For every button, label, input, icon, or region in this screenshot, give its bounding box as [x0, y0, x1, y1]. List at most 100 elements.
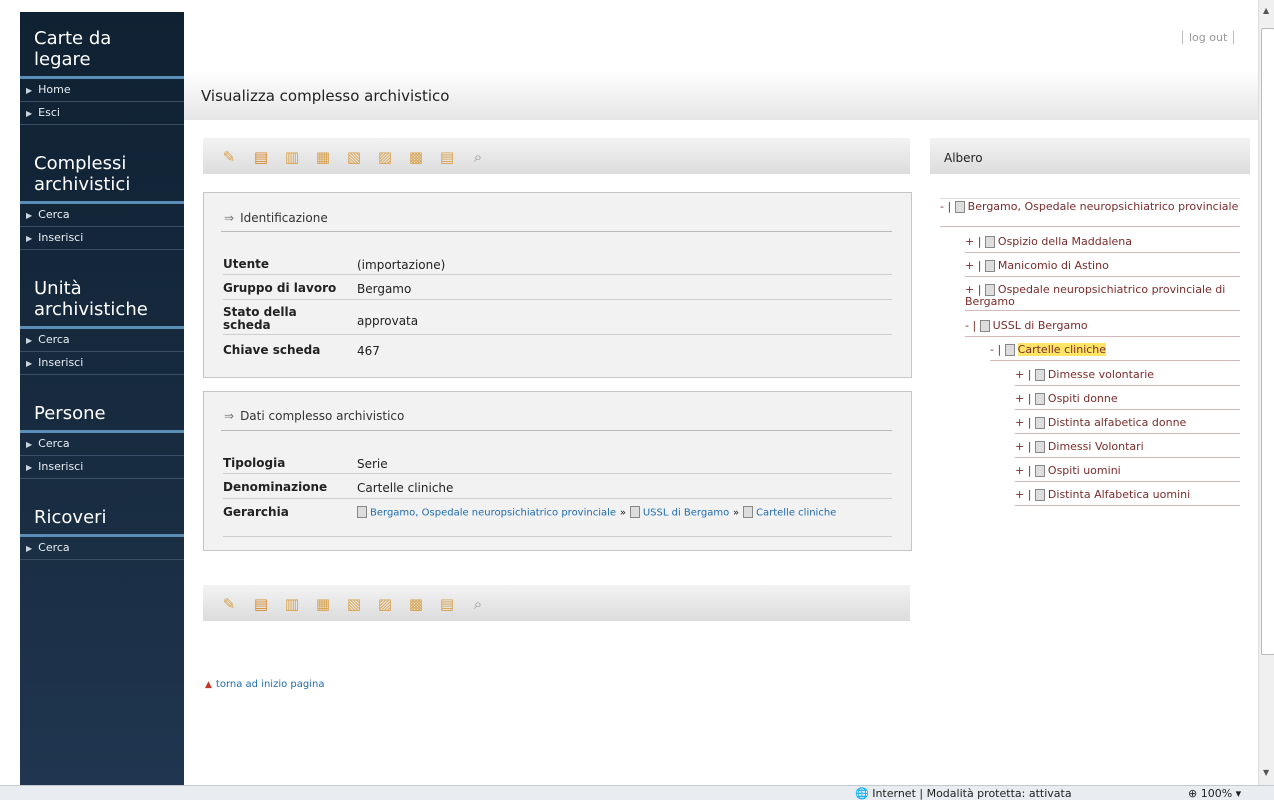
- back-to-top-label: torna ad inizio pagina: [215, 679, 325, 690]
- tree-node[interactable]: + | Distinta alfabetica donne: [1015, 417, 1240, 434]
- tree-toggle[interactable]: + |: [1015, 488, 1031, 501]
- hierarchy-link[interactable]: Bergamo, Ospedale neuropsichiatrico prov…: [370, 508, 616, 519]
- tree-node-label[interactable]: Ospiti uomini: [1048, 464, 1121, 477]
- preview-icon[interactable]: ⌕: [470, 595, 486, 613]
- chevron-down-icon[interactable]: ▾: [1236, 787, 1242, 800]
- tree-node-label[interactable]: Bergamo, Ospedale neuropsichiatrico prov…: [968, 200, 1239, 213]
- tree-header: Albero: [930, 138, 1250, 174]
- zoom-control[interactable]: ⊕ 100% ▾: [1188, 787, 1241, 800]
- tree-node[interactable]: + | Distinta Alfabetica uomini: [1015, 489, 1240, 506]
- document-icon: [954, 201, 965, 213]
- scroll-down-icon[interactable]: ▼: [1263, 768, 1269, 777]
- browser-statusbar: 🌐 Internet | Modalità protetta: attivata…: [0, 785, 1274, 800]
- tree-node-label[interactable]: Ospiti donne: [1048, 392, 1118, 405]
- sidebar-item-complessi-inserisci[interactable]: ▶ Inserisci: [20, 227, 184, 250]
- document-icon: [1034, 441, 1045, 453]
- tree-node[interactable]: + | Dimesse volontarie: [1015, 369, 1240, 386]
- section-title-persone: Persone: [20, 383, 184, 433]
- document-icon: [742, 506, 753, 518]
- tree-node[interactable]: + | Ospiti donne: [1015, 393, 1240, 410]
- tree-node[interactable]: + | Manicomio di Astino: [965, 260, 1240, 277]
- sidebar-item-ricoveri-cerca[interactable]: ▶ Cerca: [20, 537, 184, 560]
- scroll-up-icon[interactable]: ▲: [1263, 6, 1269, 15]
- globe-icon: 🌐: [855, 787, 869, 800]
- tree-toggle[interactable]: + |: [1015, 368, 1031, 381]
- add-child-icon[interactable]: ▧: [346, 148, 362, 166]
- document-icon: [1034, 417, 1045, 429]
- field-value: Cartelle cliniche: [357, 481, 454, 495]
- panel-title: ⇒ Identificazione: [224, 211, 328, 225]
- tree-toggle[interactable]: - |: [940, 200, 951, 213]
- tree-node[interactable]: - | USSL di Bergamo: [965, 320, 1240, 337]
- sidebar-item-esci[interactable]: ▶ Esci: [20, 102, 184, 125]
- tree-node-label[interactable]: Distinta alfabetica donne: [1048, 416, 1186, 429]
- add-sibling-icon[interactable]: ▨: [377, 595, 393, 613]
- panel-title-text: Identificazione: [240, 211, 328, 225]
- tree-node-label[interactable]: Dimesse volontarie: [1048, 368, 1154, 381]
- document-icon: [1034, 489, 1045, 501]
- tree-toggle[interactable]: - |: [965, 319, 976, 332]
- tree-toggle[interactable]: + |: [1015, 392, 1031, 405]
- document-icon: [1034, 393, 1045, 405]
- tree-toggle[interactable]: + |: [1015, 440, 1031, 453]
- sidebar-item-complessi-cerca[interactable]: ▶ Cerca: [20, 204, 184, 227]
- sidebar-item-label: Cerca: [38, 541, 70, 554]
- hierarchy-link[interactable]: Cartelle cliniche: [756, 508, 836, 519]
- add-child-icon[interactable]: ▧: [346, 595, 362, 613]
- back-to-top-link[interactable]: ▲ torna ad inizio pagina: [205, 679, 324, 690]
- delete-icon[interactable]: ▤: [253, 595, 269, 613]
- field-label: Utente: [223, 257, 270, 271]
- tree-node[interactable]: + | Ospiti uomini: [1015, 465, 1240, 482]
- hierarchy-link[interactable]: USSL di Bergamo: [643, 508, 729, 519]
- tree-node-label[interactable]: Distinta Alfabetica uomini: [1048, 488, 1190, 501]
- tree-icon[interactable]: ▤: [439, 595, 455, 613]
- add-group-icon[interactable]: ▩: [408, 595, 424, 613]
- tree-node[interactable]: + | Ospizio della Maddalena: [965, 236, 1240, 253]
- tree-node[interactable]: + | Ospedale neuropsichiatrico provincia…: [965, 284, 1240, 311]
- tree-toggle[interactable]: + |: [965, 259, 981, 272]
- document-icon: [979, 320, 990, 332]
- table-row: Denominazione Cartelle cliniche: [223, 481, 892, 499]
- tree-node-label[interactable]: Dimessi Volontari: [1048, 440, 1144, 453]
- sidebar-item-unita-cerca[interactable]: ▶ Cerca: [20, 329, 184, 352]
- tree-toggle[interactable]: + |: [965, 235, 981, 248]
- field-value: Serie: [357, 457, 388, 471]
- triangle-right-icon: ▶: [26, 86, 33, 95]
- list-icon[interactable]: ▥: [284, 595, 300, 613]
- arrow-right-icon: ⇒: [224, 211, 235, 225]
- status-text: 🌐 Internet | Modalità protetta: attivata: [855, 787, 1072, 800]
- tree-node-label[interactable]: Ospizio della Maddalena: [998, 235, 1132, 248]
- vertical-scrollbar[interactable]: ▲ ▼: [1258, 0, 1274, 785]
- document-icon: [629, 506, 640, 518]
- tree-node-label[interactable]: Cartelle cliniche: [1017, 343, 1107, 356]
- list-icon[interactable]: ▥: [284, 148, 300, 166]
- page-title: Visualizza complesso archivistico: [201, 87, 450, 105]
- add-sibling-icon[interactable]: ▨: [377, 148, 393, 166]
- tree-node-label[interactable]: USSL di Bergamo: [993, 319, 1088, 332]
- move-icon[interactable]: ▦: [315, 148, 331, 166]
- sidebar-item-unita-inserisci[interactable]: ▶ Inserisci: [20, 352, 184, 375]
- hierarchy-breadcrumb: Bergamo, Ospedale neuropsichiatrico prov…: [357, 506, 877, 519]
- logout-link[interactable]: log out: [1182, 31, 1235, 44]
- tree-node-label[interactable]: Manicomio di Astino: [998, 259, 1109, 272]
- add-group-icon[interactable]: ▩: [408, 148, 424, 166]
- tree-toggle[interactable]: + |: [1015, 416, 1031, 429]
- tree-node[interactable]: - | Bergamo, Ospedale neuropsichiatrico …: [940, 198, 1240, 227]
- tree-toggle[interactable]: + |: [1015, 464, 1031, 477]
- edit-icon[interactable]: ✎: [221, 595, 237, 613]
- tree-toggle[interactable]: - |: [990, 343, 1001, 356]
- tree-icon[interactable]: ▤: [439, 148, 455, 166]
- sidebar-item-persone-inserisci[interactable]: ▶ Inserisci: [20, 456, 184, 479]
- tree-node-label[interactable]: Ospedale neuropsichiatrico provinciale d…: [965, 283, 1225, 308]
- move-icon[interactable]: ▦: [315, 595, 331, 613]
- delete-icon[interactable]: ▤: [253, 148, 269, 166]
- triangle-right-icon: ▶: [26, 544, 33, 553]
- sidebar-item-home[interactable]: ▶ Home: [20, 79, 184, 102]
- sidebar-item-persone-cerca[interactable]: ▶ Cerca: [20, 433, 184, 456]
- scrollbar-thumb[interactable]: [1261, 28, 1274, 655]
- tree-node-selected[interactable]: - | Cartelle cliniche: [990, 343, 1240, 361]
- preview-icon[interactable]: ⌕: [470, 148, 486, 166]
- edit-icon[interactable]: ✎: [221, 148, 237, 166]
- document-icon: [984, 236, 995, 248]
- tree-node[interactable]: + | Dimessi Volontari: [1015, 441, 1240, 458]
